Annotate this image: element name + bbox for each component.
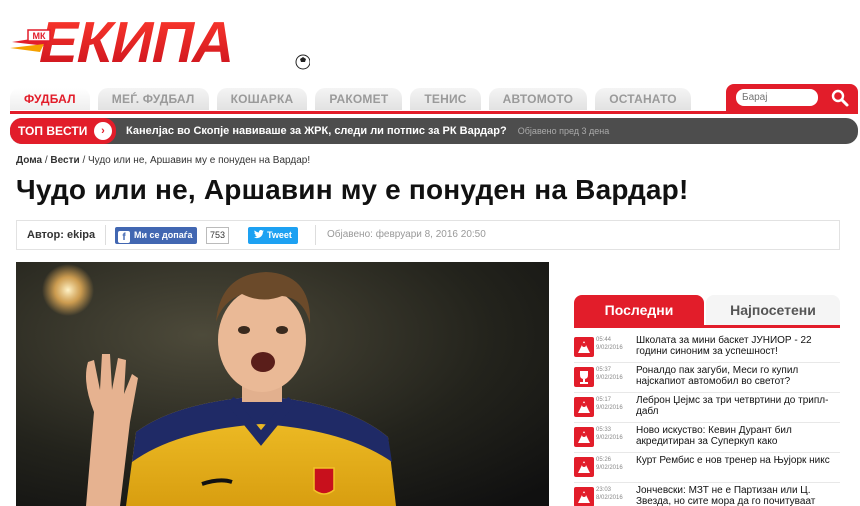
breadcrumb-section[interactable]: Вести: [50, 155, 79, 166]
list-item[interactable]: 05:17 9/02/2016 Леброн Џејмс за три четврт…: [574, 393, 840, 423]
list-item-hour: 05:26: [596, 457, 612, 463]
list-item-hour: 05:44: [596, 337, 612, 343]
list-item-title[interactable]: Ново искуство: Кевин Дурант бил акредити…: [636, 425, 840, 449]
breadcrumb-home[interactable]: Дома: [16, 155, 42, 166]
list-item-hour: 05:37: [596, 367, 612, 373]
facebook-like-count: 753: [206, 227, 230, 244]
tweet-label: Tweet: [267, 230, 292, 240]
search-input[interactable]: [736, 89, 818, 106]
nav-tab[interactable]: КОШАРКА: [216, 88, 308, 110]
list-item-title[interactable]: Школата за мини баскет ЈУНИОР - 22 годин…: [636, 335, 840, 359]
tweet-button[interactable]: Tweet: [248, 227, 298, 244]
list-item[interactable]: 05:37 9/02/2016 Роналдо пак загуби, Меси г…: [574, 363, 840, 393]
facebook-like-label: Ми се допаѓа: [134, 230, 193, 240]
breadcrumb-separator: /: [82, 155, 86, 166]
list-item[interactable]: 05:26 9/02/2016 Курт Рембис е нов тренер н…: [574, 453, 840, 483]
facebook-icon: f: [118, 231, 130, 243]
list-item-hour: 05:17: [596, 397, 612, 403]
nav-tabs: ФУДБАЛ МЕЃ. ФУДБАЛ КОШАРКА РАКОМЕТ ТЕНИС АВТО…: [10, 88, 699, 111]
basketball-icon: [574, 397, 594, 417]
list-item-time: 23:03 8/02/2016: [596, 486, 632, 502]
nav-tab[interactable]: ФУДБАЛ: [10, 88, 90, 110]
latest-news-list: 05:44 9/02/2016 Школата за мини баскет ЈУН…: [574, 333, 840, 506]
page-title: Чудо или не, Аршавин му е понуден на Вар…: [16, 174, 689, 205]
twitter-icon: [254, 230, 264, 239]
article-published-date: Објавено: февруари 8, 2016 20:50: [327, 229, 486, 240]
sidebar-tabs: Последни Најпосетени: [574, 295, 840, 328]
list-item-date: 9/02/2016: [596, 465, 623, 471]
tab-latest[interactable]: Последни: [574, 295, 704, 325]
top-news-headline-text: Канелјас во Скопје навиваше за ЖРК, след…: [126, 125, 507, 137]
list-item-time: 05:17 9/02/2016: [596, 396, 632, 412]
sidebar-tab-underline: [574, 325, 840, 328]
site-logo[interactable]: ЕКИПА МК: [10, 6, 310, 72]
nav-tab[interactable]: ОСТАНАТО: [595, 88, 691, 110]
top-news-bar: ТОП ВЕСТИ › Канелјас во Скопје навиваше …: [10, 118, 858, 144]
divider: [105, 225, 106, 245]
list-item[interactable]: 05:33 9/02/2016 Ново искуство: Кевин Дуран…: [574, 423, 840, 453]
search-box: [726, 84, 858, 112]
breadcrumb: Дома / Вести / Чудо или не, Аршавин му е…: [16, 155, 310, 166]
top-news-time: Објавено пред 3 дена: [517, 126, 610, 136]
trophy-icon: [574, 367, 594, 387]
list-item[interactable]: 23:03 8/02/2016 Јончевски: МЗТ не е Партиз…: [574, 483, 840, 506]
list-item-date: 9/02/2016: [596, 375, 623, 381]
list-item-date: 9/02/2016: [596, 435, 623, 441]
list-item-time: 05:37 9/02/2016: [596, 366, 632, 382]
list-item-title[interactable]: Леброн Џејмс за три четвртини до трипл-д…: [636, 395, 840, 419]
breadcrumb-current: Чудо или не, Аршавин му е понуден на Вар…: [88, 155, 311, 166]
list-item-time: 05:33 9/02/2016: [596, 426, 632, 442]
list-item-title[interactable]: Роналдо пак загуби, Меси го купил најска…: [636, 365, 840, 389]
list-item-hour: 23:03: [596, 487, 612, 493]
logo-badge: МК: [33, 31, 46, 41]
list-item[interactable]: 05:44 9/02/2016 Школата за мини баскет ЈУН…: [574, 333, 840, 363]
breadcrumb-separator: /: [44, 155, 48, 166]
latest-news-sidebar: Последни Најпосетени 05:44 9/02/2016 Школа…: [574, 295, 840, 506]
article-author: Автор: ekipa: [27, 229, 96, 241]
divider: [315, 225, 316, 245]
nav-tab[interactable]: АВТОМОТО: [488, 88, 588, 110]
search-icon[interactable]: [830, 88, 850, 108]
logo-wordmark: ЕКИПА: [33, 11, 241, 72]
basketball-icon: [574, 337, 594, 357]
list-item-time: 05:26 9/02/2016: [596, 456, 632, 472]
list-item-date: 8/02/2016: [596, 495, 623, 501]
top-news-headline[interactable]: Канелјас во Скопје навиваше за ЖРК, след…: [126, 118, 609, 144]
main-navigation: ФУДБАЛ МЕЃ. ФУДБАЛ КОШАРКА РАКОМЕТ ТЕНИС АВТО…: [10, 84, 858, 114]
nav-tab[interactable]: ТЕНИС: [410, 88, 481, 110]
nav-tab[interactable]: РАКОМЕТ: [315, 88, 403, 110]
top-news-label-text: ТОП ВЕСТИ: [18, 124, 88, 138]
nav-tab[interactable]: МЕЃ. ФУДБАЛ: [97, 88, 209, 110]
tab-most-visited[interactable]: Најпосетени: [706, 295, 840, 325]
basketball-icon: [574, 427, 594, 447]
list-item-title[interactable]: Курт Рембис е нов тренер на Њујорк никс: [636, 455, 840, 479]
article-meta: Автор: ekipa f Ми се допаѓа 753 Tweet Обј…: [16, 220, 840, 250]
list-item-time: 05:44 9/02/2016: [596, 336, 632, 352]
list-item-hour: 05:33: [596, 427, 612, 433]
facebook-like-button[interactable]: f Ми се допаѓа: [115, 227, 198, 244]
basketball-icon: [574, 457, 594, 477]
list-item-date: 9/02/2016: [596, 405, 623, 411]
basketball-icon: [574, 487, 594, 506]
list-item-date: 9/02/2016: [596, 345, 623, 351]
article-photo: [16, 262, 549, 506]
list-item-title[interactable]: Јончевски: МЗТ не е Партизан или Ц. Звез…: [636, 485, 840, 506]
chevron-right-icon[interactable]: ›: [94, 122, 112, 140]
